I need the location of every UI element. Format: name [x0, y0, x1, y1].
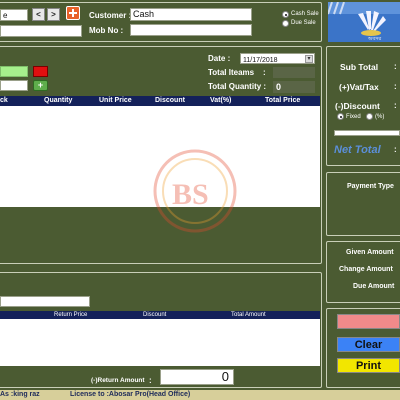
product-combo[interactable]: e	[0, 9, 28, 21]
total-quantity-label: Total Quantity :	[208, 82, 267, 91]
discount-percent-radio[interactable]	[366, 113, 373, 120]
net-total-label: Net Total	[334, 144, 381, 156]
given-amount-label: Given Amount	[346, 249, 394, 256]
print-button[interactable]: Print	[337, 358, 400, 373]
status-bar: As :king raz License to :Abosar Pro(Head…	[0, 390, 400, 400]
col-discount: Discount	[155, 97, 185, 104]
items-table-body[interactable]: BS	[0, 106, 320, 233]
cash-sale-radio[interactable]	[282, 11, 289, 18]
due-sale-label: Due Sale	[291, 20, 316, 26]
date-picker[interactable]: 11/17/2018 ▾	[240, 53, 315, 64]
total-items-colon: :	[263, 68, 266, 77]
return-amount-colon: :	[149, 376, 152, 385]
col-check: ck	[0, 97, 8, 104]
col-return-total: Total Amount	[231, 312, 266, 318]
col-unit-price: Unit Price	[99, 97, 132, 104]
cash-sale-label: Cash Sale	[291, 11, 319, 17]
payment-type-label: Payment Type	[347, 183, 394, 190]
vat-colon: :	[394, 82, 397, 91]
total-quantity-value: 0	[276, 82, 282, 92]
return-table-body[interactable]	[0, 319, 320, 366]
svg-text:BS: BS	[172, 178, 209, 211]
customer-field[interactable]: Cash	[130, 8, 252, 21]
total-quantity-box: 0	[273, 81, 315, 93]
date-label: Date :	[208, 54, 231, 63]
discount-field[interactable]	[334, 130, 400, 136]
sub-total-colon: :	[394, 62, 397, 71]
due-amount-label: Due Amount	[353, 283, 395, 290]
company-logo: অবসর	[328, 2, 400, 42]
prev-button[interactable]: <	[32, 8, 45, 21]
customer-label: Customer :	[89, 11, 132, 20]
total-items-label: Total Iteams	[208, 68, 255, 77]
date-value: 11/17/2018	[243, 57, 278, 64]
next-button[interactable]: >	[47, 8, 60, 21]
col-return-discount: Discount	[143, 312, 167, 318]
add-item-label: +	[37, 80, 44, 90]
col-quantity: Quantity	[44, 97, 73, 104]
discount-percent-label: (%)	[375, 114, 385, 120]
return-table-header: Return Price Discount Total Amount	[0, 311, 320, 319]
print-label: Print	[355, 360, 382, 372]
status-user: As :king raz	[0, 391, 40, 398]
sub-total-label: Sub Total	[340, 62, 379, 72]
svg-text:অবসর: অবসর	[367, 36, 381, 42]
items-table-header: ck Quantity Unit Price Discount Vat(%) T…	[0, 96, 320, 106]
quantity-field[interactable]	[0, 80, 28, 91]
clear-label: Clear	[354, 339, 383, 351]
product-code-field[interactable]	[0, 66, 28, 77]
change-amount-label: Change Amount	[339, 266, 393, 273]
add-customer-icon[interactable]	[66, 6, 80, 20]
discount-label: (-)Discount	[335, 101, 380, 111]
discount-colon: :	[394, 101, 397, 110]
return-amount-field[interactable]: 0	[160, 369, 234, 385]
mob-label: Mob No :	[89, 26, 124, 35]
add-item-button[interactable]: +	[33, 80, 48, 91]
invoice-field[interactable]	[0, 25, 82, 37]
payment-panel	[326, 172, 400, 236]
total-items-value	[273, 67, 315, 78]
col-vat: Vat(%)	[210, 97, 232, 104]
return-product-field[interactable]	[0, 296, 90, 307]
bs-watermark-logo: BS	[153, 149, 237, 233]
product-combo-value: e	[3, 11, 8, 20]
due-sale-radio[interactable]	[282, 20, 289, 27]
clear-button[interactable]: Clear	[337, 337, 400, 352]
return-amount-value: 0	[221, 369, 229, 384]
discount-fixed-label: Fixed	[346, 114, 361, 120]
mob-field[interactable]	[130, 24, 252, 36]
vat-label: (+)Vat/Tax	[339, 82, 379, 92]
customer-value: Cash	[133, 9, 155, 19]
calendar-dropdown-icon[interactable]: ▾	[305, 55, 313, 63]
save-button[interactable]	[337, 314, 400, 329]
status-license: License to :Abosar Pro(Head Office)	[70, 391, 191, 398]
discount-fixed-radio[interactable]	[337, 113, 344, 120]
col-return-price: Return Price	[54, 312, 88, 318]
net-total-colon: :	[394, 145, 397, 154]
col-total-price: Total Price	[265, 97, 301, 104]
remove-button[interactable]	[33, 66, 48, 77]
return-amount-label: (-)Return Amount	[91, 377, 145, 384]
